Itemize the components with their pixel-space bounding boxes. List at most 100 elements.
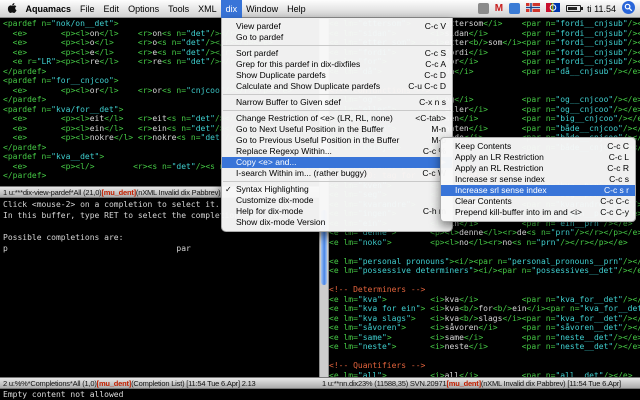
code-line: <e lm="same"> <i>same</i> <par n="neste_… xyxy=(329,333,640,343)
modeline-segment: *Completions* xyxy=(28,379,73,388)
menu-item-label: Calculate and Show Duplicate pardefs xyxy=(236,81,380,92)
battery-fill xyxy=(568,7,577,10)
dix-menu-items: View pardef C-c VGo to pardef Sort pardef C… xyxy=(222,21,452,228)
menu-item-help-for-dix-mode[interactable]: Help for dix-modeC-h m xyxy=(222,206,452,217)
code-line: <!-- Determiners --> xyxy=(329,285,640,295)
menu-item-calculate-and-show-duplicate-pardefs[interactable]: Calculate and Show Duplicate pardefsC-u … xyxy=(222,81,452,92)
submenu-item-apply-an-lr-restriction[interactable]: Apply an LR RestrictionC-c L xyxy=(441,152,635,163)
submenu-item-clear-contents[interactable]: Clear ContentsC-c C-c xyxy=(441,196,635,207)
menu-item-label: Syntax Highlighting xyxy=(236,184,309,195)
menu-item-label: Keep Contents xyxy=(455,141,511,152)
menu-item-label: Sort pardef xyxy=(236,48,278,59)
menu-edit[interactable]: Edit xyxy=(99,0,124,18)
checkmark-icon: ✓ xyxy=(225,184,232,195)
submenu-item-keep-contents[interactable]: Keep Contents C-c C xyxy=(441,141,635,152)
norwegian-flag-icon[interactable] xyxy=(526,3,540,14)
menu-window[interactable]: Window xyxy=(242,0,283,18)
code-line: <!-- Quantifiers --> xyxy=(329,361,640,371)
submenu-item-prepend-kill-buffer-into-im-and-i[interactable]: Prepend kill-buffer into im and <i>C-c C… xyxy=(441,207,635,218)
modeline-segment: (Completion List) [11:54 Tue 6.Apr] 2.13 xyxy=(131,379,255,388)
modeline-completions[interactable]: 2 u:%% *Completions* All (1,0) [mu_dent]… xyxy=(0,377,319,389)
menu-help[interactable]: Help xyxy=(283,0,311,18)
menu-item-label: Apply an RL Restriction xyxy=(455,163,544,174)
menu-item-grep-for-this-pardef-in-dix-dixfiles[interactable]: Grep for this pardef in dix-dixfilesC-c … xyxy=(222,59,452,70)
menu-item-change-restriction-of-e-lr-rl-none[interactable]: Change Restriction of <e> (LR, RL, none)… xyxy=(222,113,452,124)
code-line: <e lm="kva slags"> <i>kva<b/>slags</i><p… xyxy=(329,314,640,324)
dix-menu-dropdown: View pardef C-c VGo to pardef Sort pardef C… xyxy=(221,18,453,232)
code-line: <e lm="noko"> <p><l>no</l><r>no<s n="prn… xyxy=(329,238,640,248)
menu-item-label: Go to Next Useful Position in the Buffer xyxy=(236,124,384,135)
menu-item-shortcut: C-c s r xyxy=(596,185,629,196)
menu-item-label: Go to Previous Useful Position in the Bu… xyxy=(236,135,399,146)
menu-file[interactable]: File xyxy=(76,0,100,18)
sami-flag-icon[interactable] xyxy=(546,3,560,14)
menu-item-i-search-within-im-rather-buggy[interactable]: I-search Within im... (rather buggy)C-c … xyxy=(222,168,452,179)
gray-app-icon[interactable] xyxy=(478,3,489,14)
menu-item-go-to-previous-useful-position-in-the-buffer[interactable]: Go to Previous Useful Position in the Bu… xyxy=(222,135,452,146)
menu-separator xyxy=(223,45,451,46)
menu-dix[interactable]: dix xyxy=(221,0,242,18)
display-icon[interactable] xyxy=(509,3,520,14)
menu-item-label: View pardef xyxy=(236,21,281,32)
menu-item-shortcut: C-c D xyxy=(416,70,446,81)
code-line xyxy=(329,247,640,257)
menu-aquamacs[interactable]: Aquamacs xyxy=(21,0,76,18)
modeline-segment: (nXML Invalid dix Pabbrev) xyxy=(136,188,221,197)
menu-options[interactable]: Options xyxy=(124,0,164,18)
menu-item-shortcut: C-c S xyxy=(417,48,446,59)
menu-item-show-duplicate-pardefs[interactable]: Show Duplicate pardefsC-c D xyxy=(222,70,452,81)
menu-separator xyxy=(223,94,451,95)
submenu-item-increase-sr-sense-index[interactable]: Increase sr sense indexC-c s xyxy=(441,174,635,185)
menu-item-view-pardef[interactable]: View pardef C-c V xyxy=(222,21,452,32)
menu-item-shortcut: C-c C xyxy=(599,141,629,152)
menu-item-shortcut: M-n xyxy=(423,124,446,135)
menu-item-label: I-search Within im... (rather buggy) xyxy=(236,168,367,179)
apple-menu[interactable] xyxy=(2,0,21,18)
modeline-segment: *dix-view-pardef* xyxy=(20,188,73,197)
menu-separator xyxy=(223,110,451,111)
menu-item-shortcut: C-c R xyxy=(599,163,629,174)
menu-item-label: Grep for this pardef in dix-dixfiles xyxy=(236,59,360,70)
menu-item-copy-e-and[interactable]: Copy <e> and...▶ xyxy=(222,157,452,168)
modeline-segment: 1 u:** xyxy=(3,188,20,197)
menu-item-shortcut: C-x n s xyxy=(411,97,446,108)
battery-icon[interactable] xyxy=(566,5,581,12)
menu-item-go-to-pardef[interactable]: Go to pardef xyxy=(222,32,452,43)
menu-item-label: Change Restriction of <e> (LR, RL, none) xyxy=(236,113,393,124)
menu-item-shortcut: C-c V xyxy=(417,21,446,32)
code-line: <e lm="såvoren"> <i>såvoren</i> <par n="… xyxy=(329,323,640,333)
menu-item-shortcut: <C-tab> xyxy=(407,113,446,124)
mail-icon[interactable]: M xyxy=(495,3,503,14)
menu-xml[interactable]: XML xyxy=(194,0,222,18)
modeline-nn-dix[interactable]: 1 u:** nn.dix 23% (11588,35) SVN.20971 [… xyxy=(319,377,640,389)
menu-item-show-dix-mode-version[interactable]: Show dix-mode Version xyxy=(222,217,452,228)
copy-e-submenu-items: Keep ContentsC-c CApply an LR Restrictio… xyxy=(441,141,635,218)
menu-item-label: Apply an LR Restriction xyxy=(455,152,544,163)
menu-tools[interactable]: Tools xyxy=(164,0,194,18)
modeline-alert-segment: [mu_dent] xyxy=(101,188,135,197)
menu-item-replace-regexp-within[interactable]: Replace Regexp Within...C-c % xyxy=(222,146,452,157)
spotlight-icon[interactable] xyxy=(622,1,635,16)
menu-item-label: Clear Contents xyxy=(455,196,512,207)
menu-item-label: Customize dix-mode xyxy=(236,195,313,206)
code-line: <e lm="neste"> <i>neste</i> <par n="nest… xyxy=(329,342,640,352)
code-line xyxy=(329,352,640,362)
text-line: p par xyxy=(3,243,317,254)
menu-item-narrow-buffer-to-given-sdef[interactable]: Narrow Buffer to Given sdefC-x n s xyxy=(222,97,452,108)
submenu-item-increase-srl-sense-index[interactable]: Increase srl sense indexC-c s r xyxy=(441,185,635,196)
menu-item-label: Show dix-mode Version xyxy=(236,217,325,228)
menu-item-syntax-highlighting[interactable]: ✓ Syntax Highlighting xyxy=(222,184,452,195)
menubar-clock[interactable]: ti 11.54 xyxy=(587,4,616,14)
modeline-segment: All (1,0) xyxy=(73,379,97,388)
modeline-segment: (nXML Invalid dix Pabbrev) [11:54 Tue 6.… xyxy=(481,379,621,388)
submenu-item-apply-an-rl-restriction[interactable]: Apply an RL Restriction C-c R xyxy=(441,163,635,174)
menu-item-go-to-next-useful-position-in-the-buffer[interactable]: Go to Next Useful Position in the Buffer… xyxy=(222,124,452,135)
copy-e-submenu: Keep ContentsC-c CApply an LR Restrictio… xyxy=(440,137,636,222)
menu-item-sort-pardef[interactable]: Sort pardef C-c S xyxy=(222,48,452,59)
menu-item-label: Replace Regexp Within... xyxy=(236,146,332,157)
menu-item-customize-dix-mode[interactable]: Customize dix-mode xyxy=(222,195,452,206)
code-line: <e lm="personal pronouns"><i/><par n="pe… xyxy=(329,257,640,267)
modeline-segment: nn.dix xyxy=(339,379,358,388)
menu-item-label: Copy <e> and... xyxy=(236,157,297,168)
code-line: <e lm="possessive determiners"><i/><par … xyxy=(329,266,640,276)
